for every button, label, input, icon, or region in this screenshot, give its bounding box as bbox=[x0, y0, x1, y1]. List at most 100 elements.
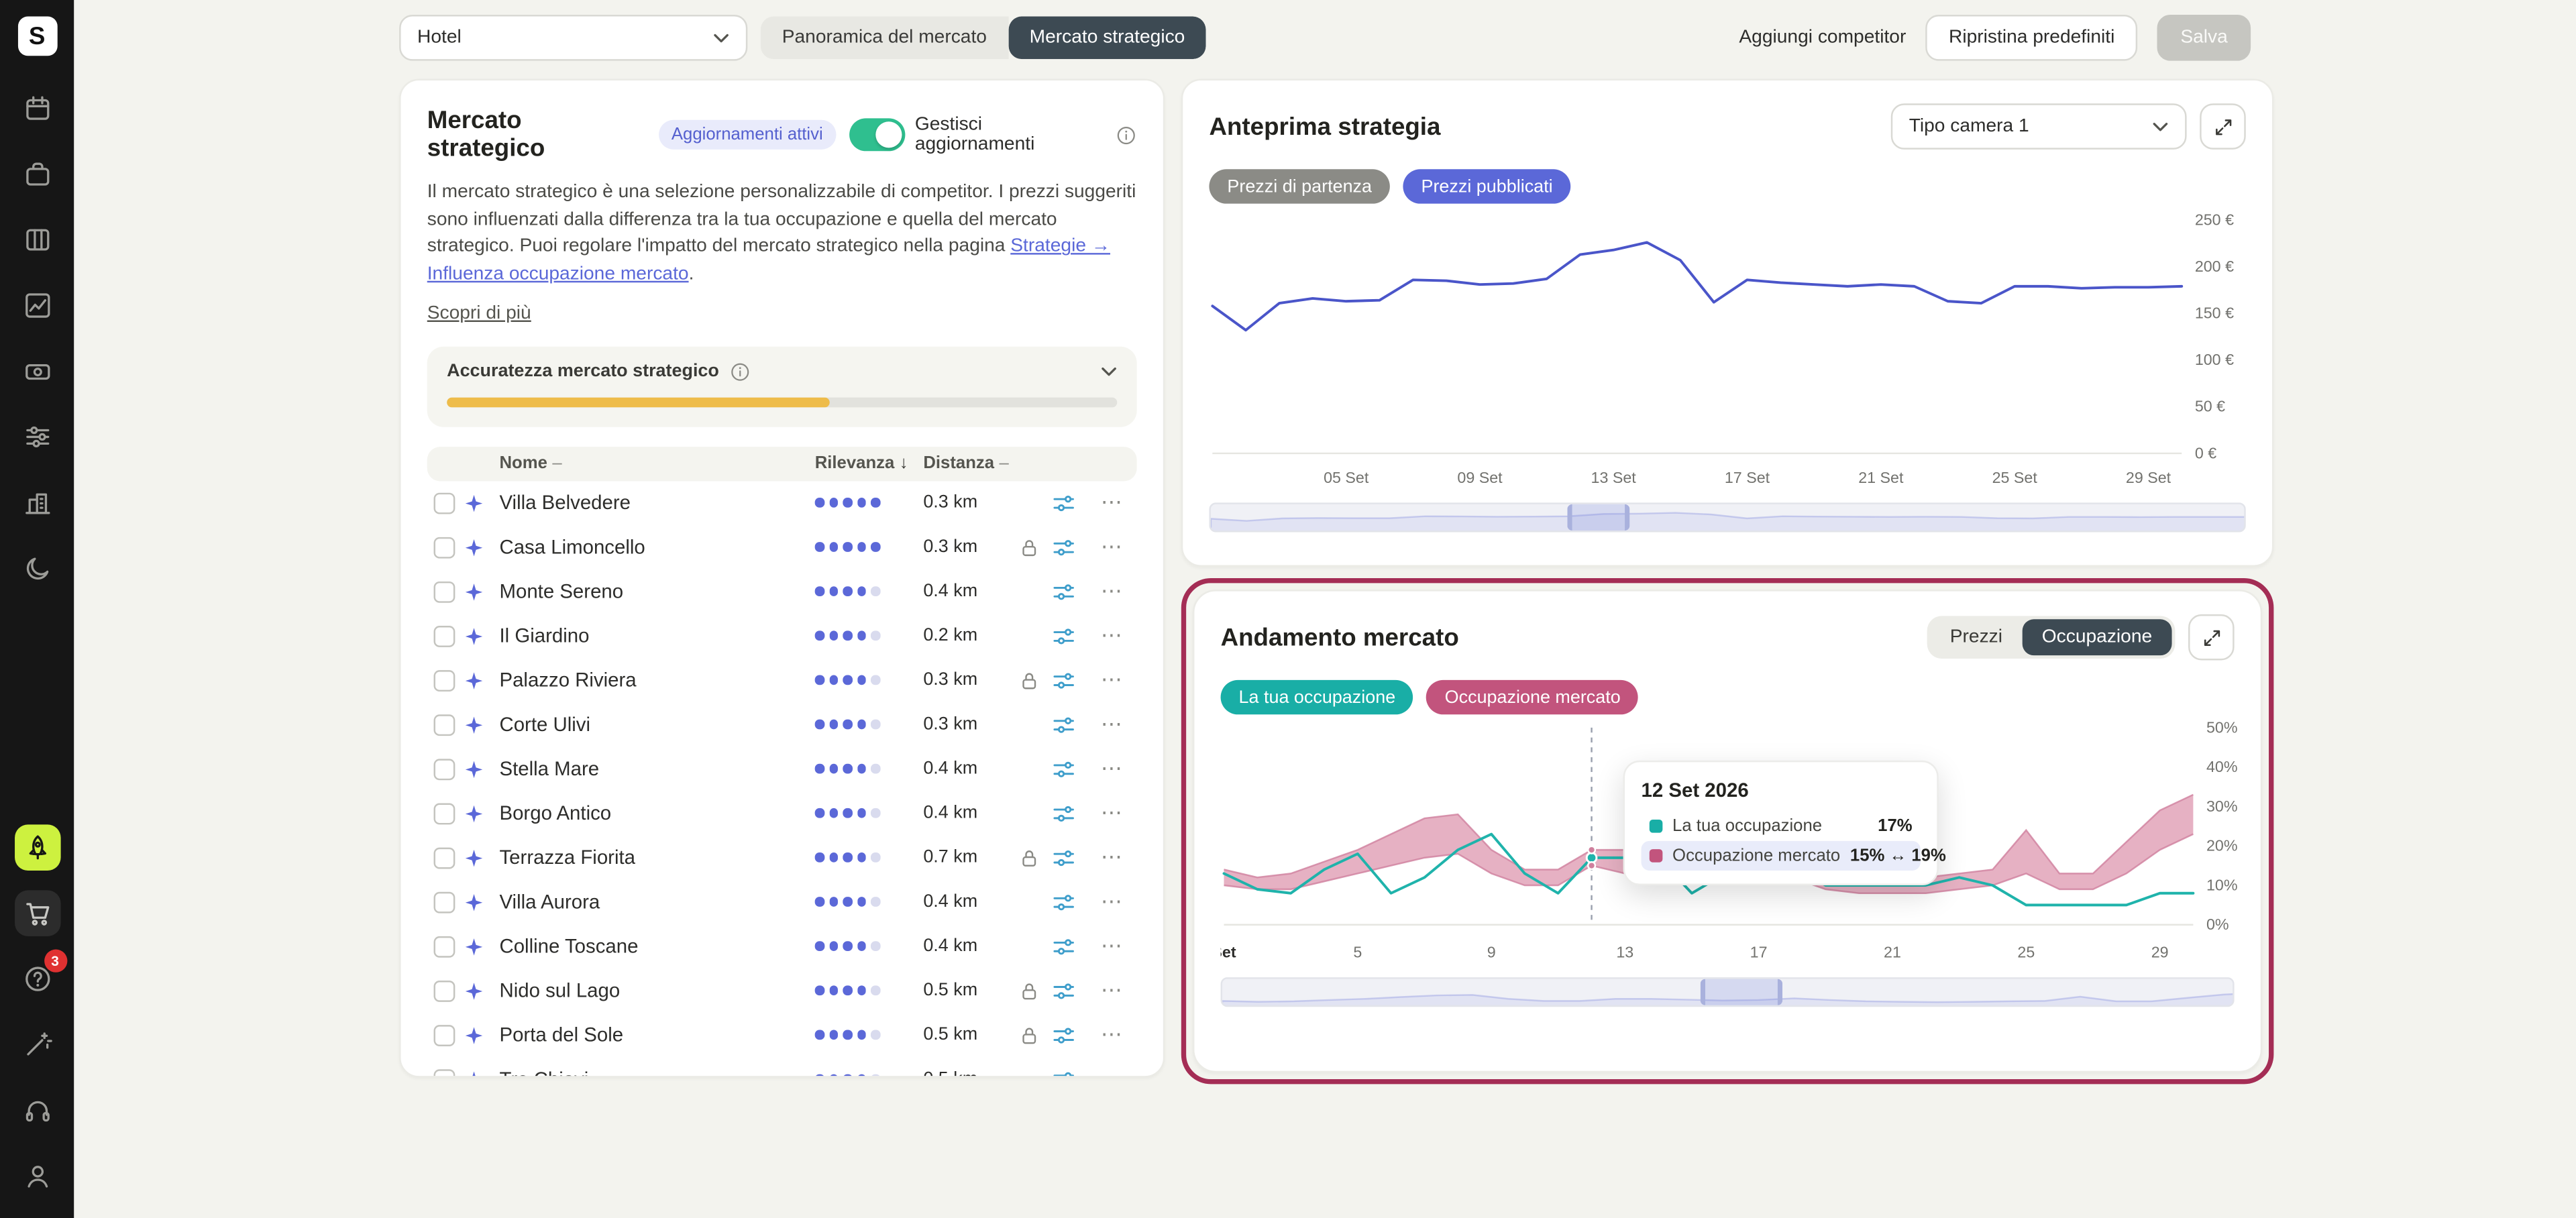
row-menu-button[interactable]: ⋯ bbox=[1094, 623, 1130, 649]
row-checkbox[interactable] bbox=[433, 936, 455, 957]
price-chart-brush[interactable] bbox=[1209, 502, 2246, 533]
table-columns-icon[interactable] bbox=[14, 217, 60, 263]
legend-chip[interactable]: Prezzi pubblicati bbox=[1403, 169, 1571, 204]
chevron-down-icon[interactable] bbox=[1101, 366, 1117, 377]
briefcase-icon[interactable] bbox=[14, 151, 60, 197]
tune-icon[interactable] bbox=[1051, 535, 1094, 560]
room-type-select[interactable]: Tipo camera 1 bbox=[1890, 103, 2187, 150]
trend-mode-prezzi[interactable]: Prezzi bbox=[1930, 619, 2022, 655]
property-select[interactable]: Hotel bbox=[399, 15, 748, 61]
competitor-name[interactable]: Stella Mare bbox=[499, 757, 814, 780]
tune-icon[interactable] bbox=[1051, 890, 1094, 915]
row-checkbox[interactable] bbox=[433, 714, 455, 736]
row-checkbox[interactable] bbox=[433, 891, 455, 913]
expand-strategy-chart-button[interactable] bbox=[2200, 103, 2246, 150]
legend-chip[interactable]: Occupazione mercato bbox=[1426, 679, 1639, 715]
competitor-name[interactable]: Nido sul Lago bbox=[499, 979, 814, 1002]
tune-icon[interactable] bbox=[1051, 1023, 1094, 1048]
sliders-icon[interactable] bbox=[14, 414, 60, 460]
tune-icon[interactable] bbox=[1051, 668, 1094, 693]
accuracy-info-icon[interactable] bbox=[729, 361, 751, 382]
competitor-name[interactable]: Il Giardino bbox=[499, 624, 814, 647]
row-checkbox[interactable] bbox=[433, 1068, 455, 1076]
row-menu-button[interactable]: ⋯ bbox=[1094, 1066, 1130, 1076]
tune-icon[interactable] bbox=[1051, 845, 1094, 870]
row-checkbox[interactable] bbox=[433, 581, 455, 603]
accuracy-accordion[interactable]: Accuratezza mercato strategico bbox=[427, 345, 1137, 427]
row-checkbox[interactable] bbox=[433, 625, 455, 647]
expand-trend-chart-button[interactable] bbox=[2188, 614, 2235, 661]
brush-selection[interactable] bbox=[1567, 504, 1629, 531]
user-icon[interactable] bbox=[14, 1153, 60, 1199]
row-checkbox[interactable] bbox=[433, 537, 455, 558]
competitor-name[interactable]: Porta del Sole bbox=[499, 1023, 814, 1046]
competitor-name[interactable]: Corte Ulivi bbox=[499, 713, 814, 736]
trend-mode-occupazione[interactable]: Occupazione bbox=[2022, 619, 2172, 656]
competitor-name[interactable]: Villa Belvedere bbox=[499, 492, 814, 514]
row-checkbox[interactable] bbox=[433, 1024, 455, 1046]
row-menu-button[interactable]: ⋯ bbox=[1094, 1022, 1130, 1048]
row-menu-button[interactable]: ⋯ bbox=[1094, 889, 1130, 915]
row-checkbox[interactable] bbox=[433, 758, 455, 780]
competitor-name[interactable]: Casa Limoncello bbox=[499, 536, 814, 559]
tab-mercato-strategico[interactable]: Mercato strategico bbox=[1008, 16, 1207, 60]
tune-icon[interactable] bbox=[1051, 979, 1094, 1003]
row-checkbox[interactable] bbox=[433, 846, 455, 869]
tune-icon[interactable] bbox=[1051, 1067, 1094, 1076]
tune-icon[interactable] bbox=[1051, 712, 1094, 737]
legend-chip[interactable]: Prezzi di partenza bbox=[1209, 169, 1390, 204]
learn-more-link[interactable]: Scopri di più bbox=[427, 303, 531, 323]
header-name[interactable]: Nome – bbox=[499, 453, 814, 473]
row-checkbox[interactable] bbox=[433, 802, 455, 824]
rocket-icon[interactable] bbox=[13, 824, 60, 871]
calendar-icon[interactable] bbox=[14, 85, 60, 131]
row-checkbox[interactable] bbox=[433, 492, 455, 514]
brush-selection[interactable] bbox=[1700, 979, 1783, 1005]
row-checkbox[interactable] bbox=[433, 980, 455, 1002]
save-button[interactable]: Salva bbox=[2157, 15, 2251, 61]
legend-chip[interactable]: La tua occupazione bbox=[1220, 679, 1414, 715]
tab-panoramica-del-mercato[interactable]: Panoramica del mercato bbox=[760, 16, 1008, 60]
occupancy-chart-brush[interactable] bbox=[1220, 977, 2235, 1007]
occupancy-chart[interactable]: 50% 40% 30% 20% 10% 0% Set 5 9 13 17 21 25 29 12 Set … bbox=[1221, 721, 2238, 967]
competitor-name[interactable]: Tre Chiavi bbox=[499, 1068, 814, 1076]
row-menu-button[interactable]: ⋯ bbox=[1094, 490, 1130, 516]
row-checkbox[interactable] bbox=[433, 669, 455, 691]
competitor-name[interactable]: Borgo Antico bbox=[499, 802, 814, 825]
header-relevance[interactable]: Rilevanza ↓ bbox=[815, 453, 924, 473]
cart-icon[interactable] bbox=[13, 890, 60, 936]
tune-icon[interactable] bbox=[1051, 579, 1094, 604]
tune-icon[interactable] bbox=[1051, 934, 1094, 959]
tune-icon[interactable] bbox=[1051, 801, 1094, 826]
row-menu-button[interactable]: ⋯ bbox=[1094, 712, 1130, 738]
row-menu-button[interactable]: ⋯ bbox=[1094, 800, 1130, 826]
cash-icon[interactable] bbox=[14, 348, 60, 394]
help-icon[interactable]: 3 bbox=[14, 949, 67, 1002]
headset-icon[interactable] bbox=[14, 1087, 60, 1133]
chart-line-icon[interactable] bbox=[14, 282, 60, 329]
app-logo[interactable]: S bbox=[17, 16, 57, 56]
buildings-icon[interactable] bbox=[14, 480, 60, 526]
row-menu-button[interactable]: ⋯ bbox=[1094, 844, 1130, 871]
info-icon[interactable] bbox=[1116, 124, 1137, 146]
competitor-name[interactable]: Palazzo Riviera bbox=[499, 669, 814, 691]
price-chart[interactable]: 250 € 200 € 150 € 100 € 50 € 0 € 05 Set 09 Set 1… bbox=[1209, 210, 2245, 492]
add-competitor-button[interactable]: Aggiungi competitor bbox=[1739, 28, 1906, 48]
row-menu-button[interactable]: ⋯ bbox=[1094, 579, 1130, 605]
tune-icon[interactable] bbox=[1051, 490, 1094, 515]
row-menu-button[interactable]: ⋯ bbox=[1094, 978, 1130, 1004]
competitor-name[interactable]: Colline Toscane bbox=[499, 935, 814, 958]
competitor-name[interactable]: Monte Sereno bbox=[499, 580, 814, 603]
tune-icon[interactable] bbox=[1051, 757, 1094, 781]
row-menu-button[interactable]: ⋯ bbox=[1094, 667, 1130, 694]
wand-icon[interactable] bbox=[14, 1021, 60, 1068]
row-menu-button[interactable]: ⋯ bbox=[1094, 756, 1130, 782]
moon-icon[interactable] bbox=[14, 545, 60, 592]
manage-updates-toggle[interactable] bbox=[849, 118, 906, 152]
competitor-name[interactable]: Villa Aurora bbox=[499, 891, 814, 914]
reset-defaults-button[interactable]: Ripristina predefiniti bbox=[1925, 15, 2138, 61]
row-menu-button[interactable]: ⋯ bbox=[1094, 933, 1130, 959]
competitor-name[interactable]: Terrazza Fiorita bbox=[499, 846, 814, 869]
row-menu-button[interactable]: ⋯ bbox=[1094, 534, 1130, 560]
tune-icon[interactable] bbox=[1051, 624, 1094, 649]
